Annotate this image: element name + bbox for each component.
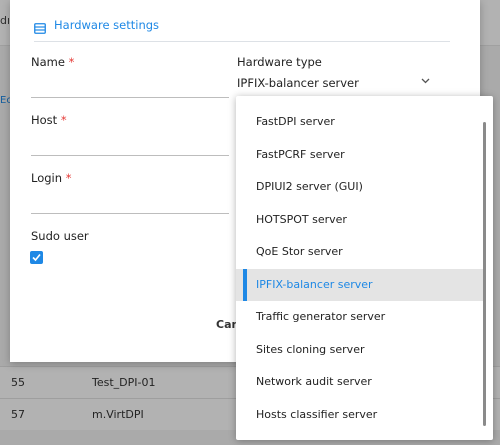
dropdown-scrollbar[interactable] bbox=[483, 122, 486, 426]
chevron-down-icon[interactable] bbox=[421, 76, 430, 87]
dropdown-option[interactable]: Sites cloning server bbox=[236, 334, 484, 367]
cancel-button[interactable]: Cancel bbox=[216, 318, 238, 331]
dropdown-option[interactable]: FastDPI server bbox=[236, 106, 484, 139]
required-mark: * bbox=[60, 113, 67, 127]
hardware-type-label: Hardware type bbox=[237, 55, 322, 69]
login-input[interactable] bbox=[31, 213, 229, 214]
dialog-title: Hardware settings bbox=[54, 17, 160, 32]
sudo-user-checkbox[interactable] bbox=[30, 251, 43, 264]
dropdown-option[interactable]: DPIUI2 server (GUI) bbox=[236, 171, 484, 204]
dropdown-option[interactable]: FastPCRF server bbox=[236, 139, 484, 172]
dropdown-option[interactable]: Traffic generator server bbox=[236, 301, 484, 334]
sudo-user-label: Sudo user bbox=[31, 229, 89, 243]
login-label: Login * bbox=[31, 171, 72, 185]
hardware-type-select[interactable]: IPFIX-balancer server bbox=[237, 76, 359, 90]
required-mark: * bbox=[65, 171, 72, 185]
dropdown-option[interactable]: IPFIX-balancer server bbox=[236, 268, 484, 301]
server-icon bbox=[34, 19, 46, 34]
dropdown-option[interactable]: Hosts classifier server bbox=[236, 399, 484, 432]
dropdown-option[interactable]: QoE Stor server bbox=[236, 236, 484, 269]
hardware-type-dropdown: FastDPI server FastPCRF server DPIUI2 serv… bbox=[236, 96, 493, 440]
dropdown-list: FastDPI server FastPCRF server DPIUI2 serv… bbox=[236, 106, 484, 431]
name-input[interactable] bbox=[31, 97, 229, 98]
dropdown-option[interactable]: Network audit server bbox=[236, 366, 484, 399]
host-input[interactable] bbox=[31, 155, 229, 156]
required-mark: * bbox=[68, 55, 75, 69]
host-label: Host * bbox=[31, 113, 67, 127]
dropdown-option[interactable]: HOTSPOT server bbox=[236, 204, 484, 237]
name-label: Name * bbox=[31, 55, 75, 69]
dialog-header: Hardware settings bbox=[34, 18, 450, 42]
